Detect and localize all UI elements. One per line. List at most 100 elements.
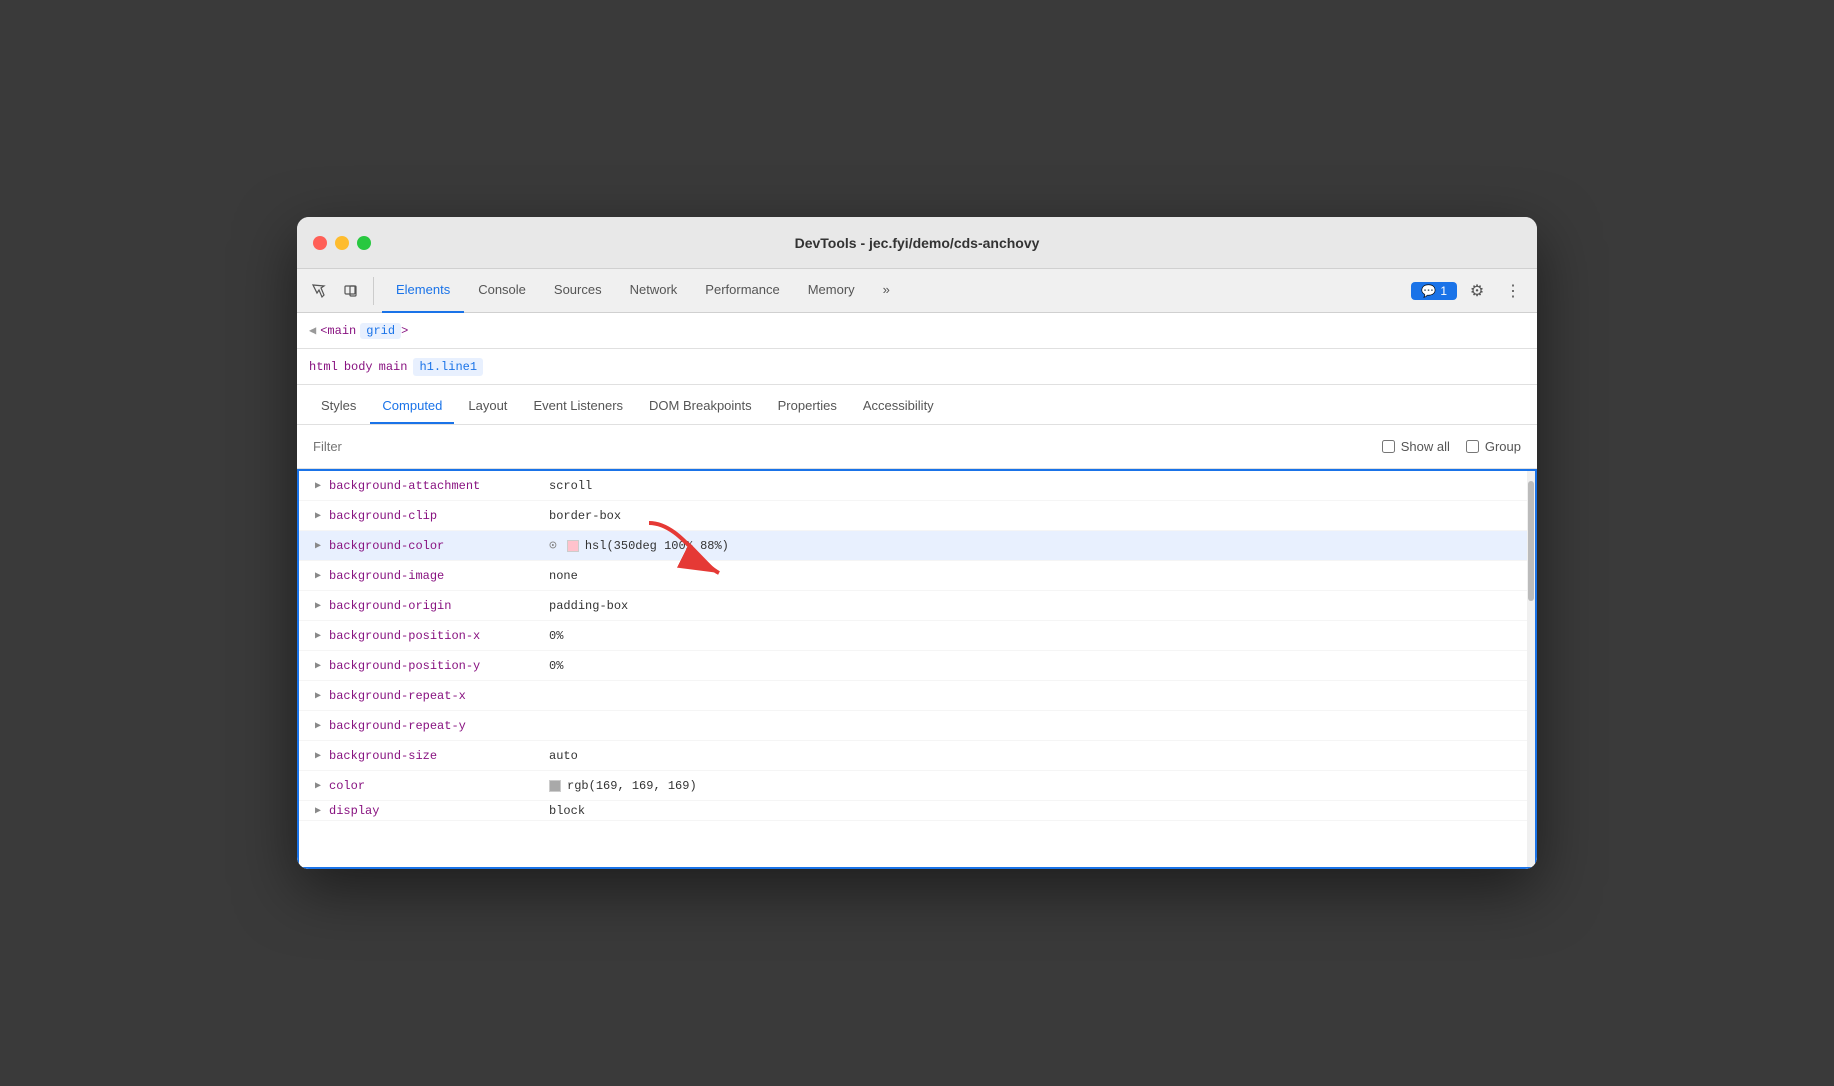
show-all-checkbox[interactable]	[1382, 440, 1395, 453]
prop-row-background-position-y[interactable]: ▶ background-position-y 0%	[299, 651, 1535, 681]
expand-icon: ▶	[315, 600, 321, 612]
inherit-icon: ⊙	[549, 538, 557, 553]
show-all-checkbox-label[interactable]: Show all	[1382, 439, 1450, 454]
prop-row-background-image[interactable]: ▶ background-image none	[299, 561, 1535, 591]
prop-name: background-size	[329, 749, 549, 763]
breadcrumb-tag: <main	[320, 324, 356, 338]
prop-name: background-clip	[329, 509, 549, 523]
tab-performance[interactable]: Performance	[691, 269, 793, 313]
expand-icon: ▶	[315, 780, 321, 792]
prop-row-background-repeat-x[interactable]: ▶ background-repeat-x	[299, 681, 1535, 711]
color-swatch[interactable]	[567, 540, 579, 552]
prop-value: 0%	[549, 659, 563, 673]
prop-row-background-color[interactable]: ▶ background-color ⊙ hsl(350deg 100% 88%…	[299, 531, 1535, 561]
prop-name: background-repeat-x	[329, 689, 549, 703]
prop-value: none	[549, 569, 578, 583]
prop-name: background-attachment	[329, 479, 549, 493]
tab-network[interactable]: Network	[616, 269, 692, 313]
tab-console[interactable]: Console	[464, 269, 540, 313]
element-path: html body main h1.line1	[297, 349, 1537, 385]
path-item-body[interactable]: body	[344, 360, 373, 374]
expand-icon: ▶	[315, 570, 321, 582]
properties-panel: ▶ background-attachment scroll ▶ backgro…	[297, 469, 1537, 869]
traffic-lights	[313, 236, 371, 250]
devtools-window: DevTools - jec.fyi/demo/cds-anchovy Elem…	[297, 217, 1537, 869]
close-button[interactable]	[313, 236, 327, 250]
expand-icon: ▶	[315, 660, 321, 672]
sub-tab-dom-breakpoints[interactable]: DOM Breakpoints	[637, 388, 764, 424]
chat-count: 1	[1440, 284, 1447, 298]
tab-sources[interactable]: Sources	[540, 269, 616, 313]
maximize-button[interactable]	[357, 236, 371, 250]
sub-tab-computed[interactable]: Computed	[370, 388, 454, 424]
prop-value: rgb(169, 169, 169)	[549, 779, 697, 793]
prop-row-background-size[interactable]: ▶ background-size auto	[299, 741, 1535, 771]
sub-tab-properties[interactable]: Properties	[766, 388, 849, 424]
group-checkbox-label[interactable]: Group	[1466, 439, 1521, 454]
prop-name: background-position-x	[329, 629, 549, 643]
chat-icon: 💬	[1421, 284, 1436, 298]
path-item-h1line1[interactable]: h1.line1	[413, 358, 483, 376]
prop-value: padding-box	[549, 599, 628, 613]
scrollbar-thumb[interactable]	[1528, 481, 1534, 601]
expand-icon: ▶	[315, 720, 321, 732]
expand-icon: ▶	[315, 630, 321, 642]
prop-row-color[interactable]: ▶ color rgb(169, 169, 169)	[299, 771, 1535, 801]
sub-tab-layout[interactable]: Layout	[456, 388, 519, 424]
expand-icon: ▶	[315, 805, 321, 817]
tab-memory[interactable]: Memory	[794, 269, 869, 313]
expand-icon: ▶	[315, 540, 321, 552]
devtools-tabs: Elements Console Sources Network Perform…	[297, 269, 1537, 313]
prop-row-background-repeat-y[interactable]: ▶ background-repeat-y	[299, 711, 1535, 741]
group-checkbox[interactable]	[1466, 440, 1479, 453]
prop-value: block	[549, 804, 585, 818]
prop-value: scroll	[549, 479, 592, 493]
prop-row-background-attachment[interactable]: ▶ background-attachment scroll	[299, 471, 1535, 501]
expand-icon: ▶	[315, 690, 321, 702]
scrollbar[interactable]	[1527, 471, 1535, 867]
prop-name: color	[329, 779, 549, 793]
prop-name: background-image	[329, 569, 549, 583]
device-toolbar-icon[interactable]	[337, 277, 365, 305]
prop-name: background-color	[329, 539, 549, 553]
chat-badge[interactable]: 💬 1	[1411, 282, 1457, 300]
dom-breadcrumb-bar: ◀ <main grid >	[297, 313, 1537, 349]
sub-tab-accessibility[interactable]: Accessibility	[851, 388, 946, 424]
title-bar: DevTools - jec.fyi/demo/cds-anchovy	[297, 217, 1537, 269]
path-item-main[interactable]: main	[379, 360, 408, 374]
expand-icon: ▶	[315, 480, 321, 492]
breadcrumb-attr[interactable]: grid	[360, 323, 401, 339]
color-swatch[interactable]	[549, 780, 561, 792]
element-picker-icon[interactable]	[305, 277, 333, 305]
prop-row-background-position-x[interactable]: ▶ background-position-x 0%	[299, 621, 1535, 651]
sub-tab-styles[interactable]: Styles	[309, 388, 368, 424]
prop-value: ⊙ hsl(350deg 100% 88%)	[549, 538, 729, 553]
filter-options: Show all Group	[1382, 439, 1521, 454]
settings-icon[interactable]: ⚙	[1461, 275, 1493, 307]
prop-name: display	[329, 804, 549, 818]
prop-row-display[interactable]: ▶ display block	[299, 801, 1535, 821]
prop-name: background-origin	[329, 599, 549, 613]
window-title: DevTools - jec.fyi/demo/cds-anchovy	[795, 235, 1040, 251]
expand-icon: ▶	[315, 750, 321, 762]
prop-value: auto	[549, 749, 578, 763]
prop-name: background-repeat-y	[329, 719, 549, 733]
prop-row-background-clip[interactable]: ▶ background-clip border-box	[299, 501, 1535, 531]
tab-more[interactable]: »	[869, 269, 904, 313]
sub-tab-event-listeners[interactable]: Event Listeners	[521, 388, 635, 424]
breadcrumb-arrow: ◀	[309, 323, 316, 338]
minimize-button[interactable]	[335, 236, 349, 250]
prop-name: background-position-y	[329, 659, 549, 673]
filter-bar: Show all Group	[297, 425, 1537, 469]
filter-input[interactable]	[313, 439, 1382, 454]
tab-elements[interactable]: Elements	[382, 269, 464, 313]
tab-icons	[305, 277, 374, 305]
expand-icon: ▶	[315, 510, 321, 522]
prop-row-background-origin[interactable]: ▶ background-origin padding-box	[299, 591, 1535, 621]
path-item-html[interactable]: html	[309, 360, 338, 374]
sub-tabs: Styles Computed Layout Event Listeners D…	[297, 385, 1537, 425]
more-options-icon[interactable]: ⋮	[1497, 275, 1529, 307]
prop-value: 0%	[549, 629, 563, 643]
tabs-right: 💬 1 ⚙ ⋮	[1411, 275, 1529, 307]
prop-value: border-box	[549, 509, 621, 523]
